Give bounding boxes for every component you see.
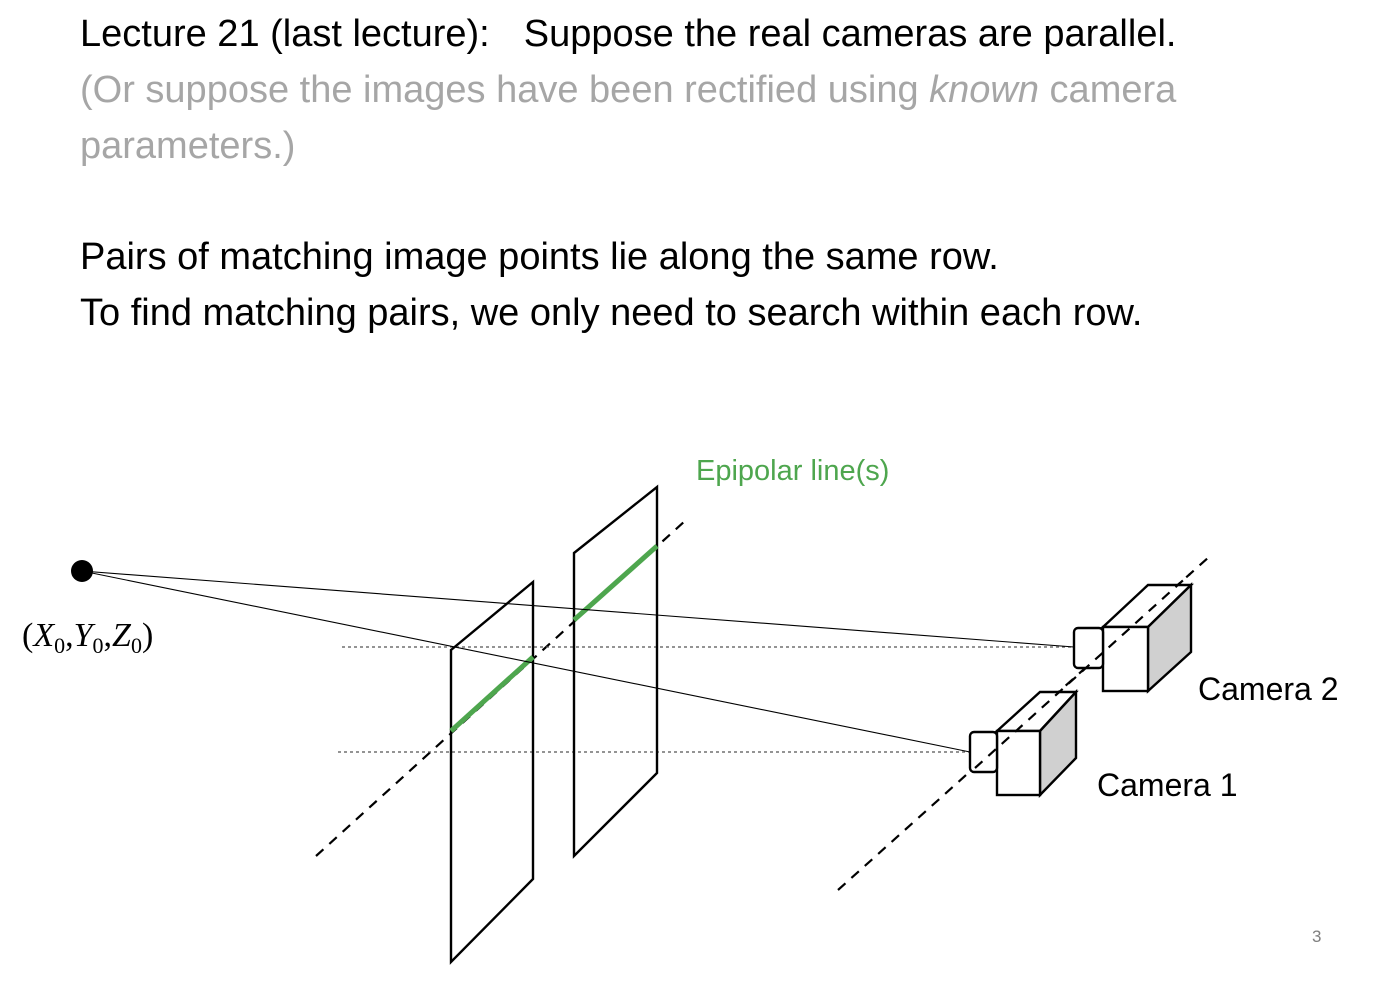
ray-to-camera1	[81, 570, 971, 753]
image-plane-1	[449, 579, 535, 965]
scene-point-label: (X0,Y0,Z0)	[22, 617, 153, 658]
image-plane-2	[572, 484, 659, 859]
ray-to-camera2	[81, 570, 1075, 648]
page-number: 3	[1312, 927, 1321, 946]
epipolar-line-1	[449, 655, 535, 733]
epipolar-label: Epipolar line(s)	[696, 455, 889, 487]
scene-point	[71, 560, 93, 582]
stereo-geometry-diagram: Epipolar line(s) Camera 2 Camera 1 3 (X0…	[22, 455, 1339, 965]
epipolar-line-2	[572, 544, 659, 622]
camera1-label: Camera 1	[1097, 767, 1238, 803]
camera1-icon	[968, 688, 1079, 798]
camera2-icon	[1072, 582, 1194, 694]
camera2-label: Camera 2	[1198, 671, 1339, 707]
